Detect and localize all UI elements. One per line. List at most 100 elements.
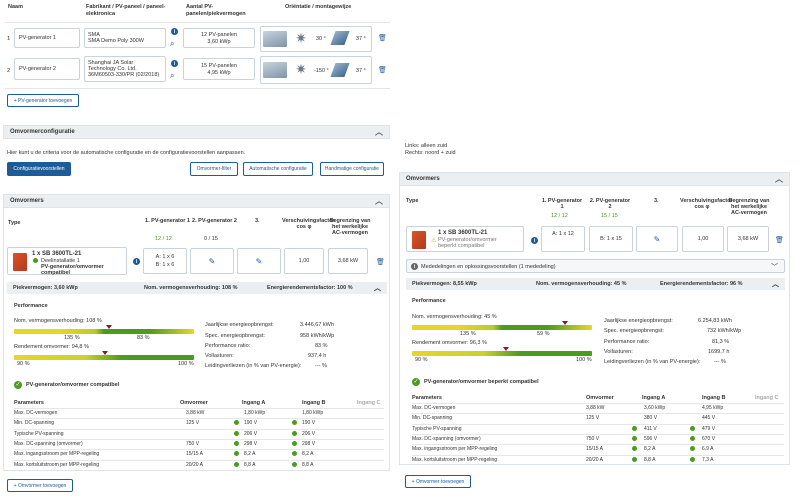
add-inverter-button[interactable]: + Omvormer toevoegen <box>405 475 471 488</box>
string-config-3[interactable]: ✎ <box>237 248 281 274</box>
trash-icon[interactable]: 🗑 <box>378 34 387 42</box>
string-config-3[interactable]: ✎ <box>636 226 678 252</box>
info-icon[interactable]: i <box>171 28 178 35</box>
param-cell: 6,9 A <box>702 446 714 453</box>
summary-bar[interactable]: Piekvermogen: 8,55 kWp Nom. vermogensver… <box>406 278 785 290</box>
stat-label: Jaarlijkse energieopbrengst: <box>604 318 673 324</box>
ratio-min: 135 % <box>460 331 476 337</box>
param-cell: 380 V <box>644 415 658 422</box>
configuration-proposals-button[interactable]: Configuratievoorstellen <box>7 162 71 176</box>
info-icon[interactable]: i <box>133 258 140 265</box>
performance-title: Performance <box>14 303 48 309</box>
add-pv-generator-button[interactable]: + PV-generator toevoegen <box>7 94 79 107</box>
messages-text: Mededelingen en oplossingsvoorstellen (1… <box>421 264 556 270</box>
param-cell: Typische PV-spanning <box>14 430 64 437</box>
stat-label: Spec. energieopbrengst: <box>205 333 265 339</box>
orientation-field[interactable]: ✷ 30 ° 37 ° <box>260 26 372 52</box>
tilt-icon <box>330 63 350 77</box>
info-icon[interactable]: i <box>531 237 538 244</box>
pv-panel-selector[interactable]: SMA SMA Demo Poly 300W <box>84 28 166 48</box>
trash-icon[interactable]: 🗑 <box>378 66 387 74</box>
col-header-type: Type <box>406 198 419 204</box>
inverter-image <box>13 253 27 271</box>
stat-label: Leidingverliezen (in % van PV-energie): <box>205 363 302 369</box>
param-divider <box>14 408 384 409</box>
check-icon <box>632 435 637 441</box>
ac-limit-field[interactable]: 3,68 kW <box>328 248 368 274</box>
cos-phi-field[interactable]: 1,00 <box>284 248 324 274</box>
g1-count: 12 / 12 <box>551 213 568 219</box>
inverter-status: PV-generator/omvormer compatibel <box>41 264 104 276</box>
panel-count-field[interactable]: 12 PV-panelen 3,60 kWp <box>183 28 255 48</box>
performance-title: Performance <box>412 298 446 304</box>
search-icon[interactable]: ⌕ <box>170 39 174 49</box>
ratio-label: Nom. vermogensverhouding: 108 % <box>14 318 102 324</box>
param-cell: 4,95 kWp <box>702 405 724 411</box>
inverter-card[interactable]: 1 x SB 3600TL-21 Deelinstallatie 1 PV-ge… <box>7 247 127 276</box>
check-icon <box>690 435 695 441</box>
string-config-g1[interactable]: A: 1 x 6 B: 1 x 6 <box>143 248 187 274</box>
param-cell: 206 V <box>244 430 258 437</box>
pencil-icon: ✎ <box>255 256 263 266</box>
inverters-section-header[interactable]: Omvormers ︿ <box>3 194 390 208</box>
col-header-g2: 2. PV-generator 2 <box>589 198 631 210</box>
param-cell: 8,2 A <box>244 451 256 458</box>
inverter-filter-button[interactable]: Omvormer-filter <box>190 162 238 176</box>
automatic-config-button[interactable]: Automatische configuratie <box>243 162 313 176</box>
config-a: A: 1 x 12 <box>552 231 574 237</box>
param-cell: 206 V <box>302 430 316 437</box>
compat-title: PV-generator/omvormer beperkt compatibel <box>424 379 539 385</box>
param-cell: 125 V <box>186 420 200 427</box>
param-header: Ingang B <box>302 400 326 406</box>
string-config-g2[interactable]: B: 1 x 15 <box>589 226 633 252</box>
inverter-image <box>412 231 426 249</box>
param-divider <box>14 449 384 451</box>
azimuth-text: 30 ° <box>316 36 326 42</box>
info-icon[interactable]: i <box>171 60 178 67</box>
search-icon[interactable]: ⌕ <box>170 71 174 81</box>
azimuth-text: -150 ° <box>314 68 329 74</box>
pv-panel-selector[interactable]: Shanghai JA Solar Technology Co. Ltd. 36… <box>84 56 166 82</box>
table-divider <box>5 88 390 89</box>
summary-peak: Piekvermogen: 8,55 kWp <box>412 281 477 287</box>
stat-label: Vollasturen: <box>205 353 234 359</box>
string-config-g1[interactable]: A: 1 x 12 <box>541 226 585 252</box>
ac-limit-field[interactable]: 3,68 kW <box>727 226 769 252</box>
inverter-name: 1 x SB 3600TL-21 <box>438 230 488 236</box>
config-section-header[interactable]: Omvormerconfiguratie ︿ <box>3 125 390 139</box>
trash-icon[interactable]: 🗑 <box>376 258 385 266</box>
summary-bar[interactable]: Piekvermogen: 3,60 kWp Nom. vermogensver… <box>7 282 387 294</box>
compass-icon: ✷ <box>295 30 307 46</box>
check-icon <box>632 425 637 431</box>
param-cell: 750 V <box>186 440 200 447</box>
inverter-card[interactable]: 1 x SB 3600TL-21 ⚠ PV-generator/omvormer… <box>406 226 524 252</box>
pv-generator-name-field[interactable]: PV-generator 1 <box>14 28 80 48</box>
pv-generator-name-field[interactable]: PV-generator 2 <box>14 58 80 80</box>
tilt-text: 37 ° <box>356 36 366 42</box>
cos-phi-field[interactable]: 1,00 <box>682 226 724 252</box>
inverters-section-header[interactable]: Omvormers ︿ <box>399 172 790 186</box>
panel-count-text: 15 PV-panelen <box>200 63 238 69</box>
param-header: Ingang A <box>242 400 266 406</box>
col-header-type: Type <box>8 220 21 226</box>
orientation-field[interactable]: ✷ -150 ° 37 ° <box>260 56 372 84</box>
tilt-icon <box>330 31 350 45</box>
panel-count-field[interactable]: 15 PV-panelen 4,95 kWp <box>183 58 255 80</box>
param-header: Parameters <box>14 400 44 406</box>
col-header-g1: 1. PV-generator 1 <box>541 198 583 210</box>
check-icon <box>690 425 695 431</box>
stat-value: 3.446,67 kWh <box>300 322 334 328</box>
string-config-g2[interactable]: ✎ <box>190 248 234 274</box>
col-header-shift: Verschuivingsfactor cos φ <box>680 198 733 210</box>
trash-icon[interactable]: 🗑 <box>775 236 784 244</box>
manual-config-button[interactable]: Handmatige configuratie <box>320 162 384 176</box>
param-cell: 670 V <box>702 435 716 442</box>
summary-ratio: Nom. vermogensverhouding: 108 % <box>144 285 238 291</box>
check-icon <box>292 430 297 436</box>
add-inverter-button[interactable]: + Omvormer toevoegen <box>7 479 73 492</box>
messages-bar[interactable]: i Mededelingen en oplossingsvoorstellen … <box>406 259 785 273</box>
param-cell: 3,88 kW <box>586 405 605 411</box>
param-divider <box>412 444 784 446</box>
g2-count: 0 / 15 <box>204 236 218 242</box>
param-cell: 445 V <box>702 415 716 422</box>
